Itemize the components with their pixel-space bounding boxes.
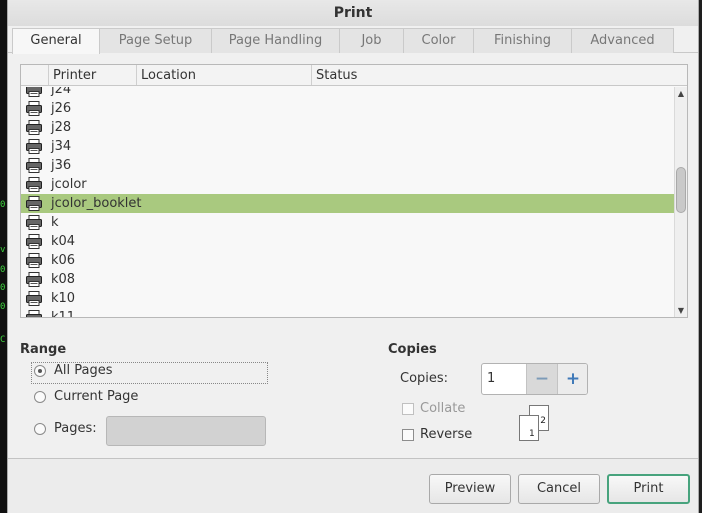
printer-row[interactable]: k10 (21, 289, 675, 308)
printer-row[interactable]: j24 (21, 87, 675, 99)
printer-list-scrollbar[interactable]: ▲ ▼ (674, 87, 687, 317)
page-two-number: 2 (540, 416, 546, 426)
terminal-fragment: 0: (0, 302, 7, 312)
printer-name: j36 (51, 158, 72, 173)
terminal-fragment: 0: (0, 265, 7, 275)
reverse-checkbox[interactable] (402, 429, 414, 441)
terminal-fragment: 0: (0, 283, 7, 293)
printer-row[interactable]: j36 (21, 156, 675, 175)
printer-row[interactable]: j28 (21, 118, 675, 137)
printer-name: k08 (51, 272, 76, 287)
printer-icon (26, 234, 42, 249)
printer-row[interactable]: k08 (21, 270, 675, 289)
printer-name: j34 (51, 139, 72, 154)
printer-name: j28 (51, 120, 72, 135)
printer-row[interactable]: k11 (21, 308, 675, 318)
terminal-fragment: 0 (0, 200, 6, 210)
copies-value[interactable]: 1 (487, 364, 495, 394)
tab-finishing[interactable]: Finishing (474, 28, 572, 53)
collate-label[interactable]: Collate (420, 401, 465, 416)
copies-label: Copies: (400, 371, 449, 386)
range-section-title: Range (20, 342, 67, 357)
tab-color[interactable]: Color (404, 28, 474, 53)
printer-icon (26, 272, 42, 287)
reverse-label[interactable]: Reverse (420, 427, 472, 442)
printer-icon (26, 87, 42, 97)
pages-input[interactable] (106, 416, 266, 446)
window-title: Print (8, 0, 698, 26)
printer-icon (26, 253, 42, 268)
all-pages-radio-row[interactable]: All Pages (34, 361, 264, 383)
printer-column-header[interactable]: Printer (49, 65, 137, 85)
pages-label[interactable]: Pages: (54, 419, 97, 439)
printer-row[interactable]: j34 (21, 137, 675, 156)
printer-name: k04 (51, 234, 76, 249)
page-one-icon: 1 (519, 415, 539, 441)
location-column-header[interactable]: Location (137, 65, 312, 85)
printer-icon (26, 158, 42, 173)
tab-advanced[interactable]: Advanced (572, 28, 674, 53)
preview-button[interactable]: Preview (429, 474, 511, 504)
scrollbar-thumb[interactable] (676, 167, 686, 213)
copies-section-title: Copies (388, 342, 437, 357)
status-column-header[interactable]: Status (312, 65, 675, 85)
printer-row[interactable]: k04 (21, 232, 675, 251)
collate-checkbox[interactable] (402, 403, 414, 415)
printer-row[interactable]: k06 (21, 251, 675, 270)
printer-name: k11 (51, 310, 76, 318)
terminal-fragment: v (0, 245, 6, 255)
page-one-number: 1 (529, 429, 535, 439)
printer-name: k10 (51, 291, 76, 306)
printer-row[interactable]: jcolor_booklet (21, 194, 675, 213)
dialog-button-bar: Preview Cancel Print (8, 458, 698, 513)
printer-list: Printer Location Status j24 j26 j28 j34 j36 j… (20, 64, 688, 318)
scroll-up-icon[interactable]: ▲ (675, 87, 687, 101)
printer-list-header: Printer Location Status (21, 65, 687, 86)
printer-name: k (51, 215, 59, 230)
printer-icon (26, 291, 42, 306)
print-dialog: Print General Page Setup Page Handling J… (7, 0, 699, 513)
tab-page-handling[interactable]: Page Handling (212, 28, 340, 53)
terminal-fragment: C (0, 335, 6, 345)
tab-page-setup[interactable]: Page Setup (100, 28, 212, 53)
pages-radio-row[interactable]: Pages: (34, 419, 114, 441)
printer-row[interactable]: jcolor (21, 175, 675, 194)
tab-bar: General Page Setup Page Handling Job Col… (8, 28, 698, 54)
current-page-radio-row[interactable]: Current Page (34, 387, 184, 409)
printer-list-body: j24 j26 j28 j34 j36 jcolor jcolor_bookletk k04 k… (21, 87, 675, 318)
printer-icon (26, 120, 42, 135)
printer-icon (26, 139, 42, 154)
scroll-down-icon[interactable]: ▼ (675, 304, 687, 317)
printer-icon (26, 101, 42, 116)
printer-icon (26, 310, 42, 317)
icon-column-header (21, 65, 49, 85)
printer-row[interactable]: j26 (21, 99, 675, 118)
tab-general[interactable]: General (12, 28, 100, 54)
minus-icon[interactable]: − (526, 364, 557, 394)
printer-row[interactable]: k (21, 213, 675, 232)
tab-job[interactable]: Job (340, 28, 404, 53)
print-button[interactable]: Print (607, 474, 690, 504)
printer-icon (26, 215, 42, 230)
all-pages-radio[interactable] (34, 365, 46, 377)
printer-icon (26, 177, 42, 192)
desktop-background: 0 v 0: 0: 0: C (0, 0, 7, 513)
printer-name: j26 (51, 101, 72, 116)
printer-name: jcolor (51, 177, 87, 192)
cancel-button[interactable]: Cancel (518, 474, 600, 504)
current-page-label[interactable]: Current Page (54, 387, 138, 407)
printer-icon (26, 196, 42, 211)
printer-name: jcolor_booklet (51, 196, 142, 211)
current-page-radio[interactable] (34, 391, 46, 403)
all-pages-label[interactable]: All Pages (54, 361, 113, 381)
copies-spinner[interactable]: 1 − + (481, 363, 588, 395)
printer-name: j24 (51, 87, 72, 97)
printer-name: k06 (51, 253, 76, 268)
plus-icon[interactable]: + (557, 364, 587, 394)
pages-radio[interactable] (34, 423, 46, 435)
